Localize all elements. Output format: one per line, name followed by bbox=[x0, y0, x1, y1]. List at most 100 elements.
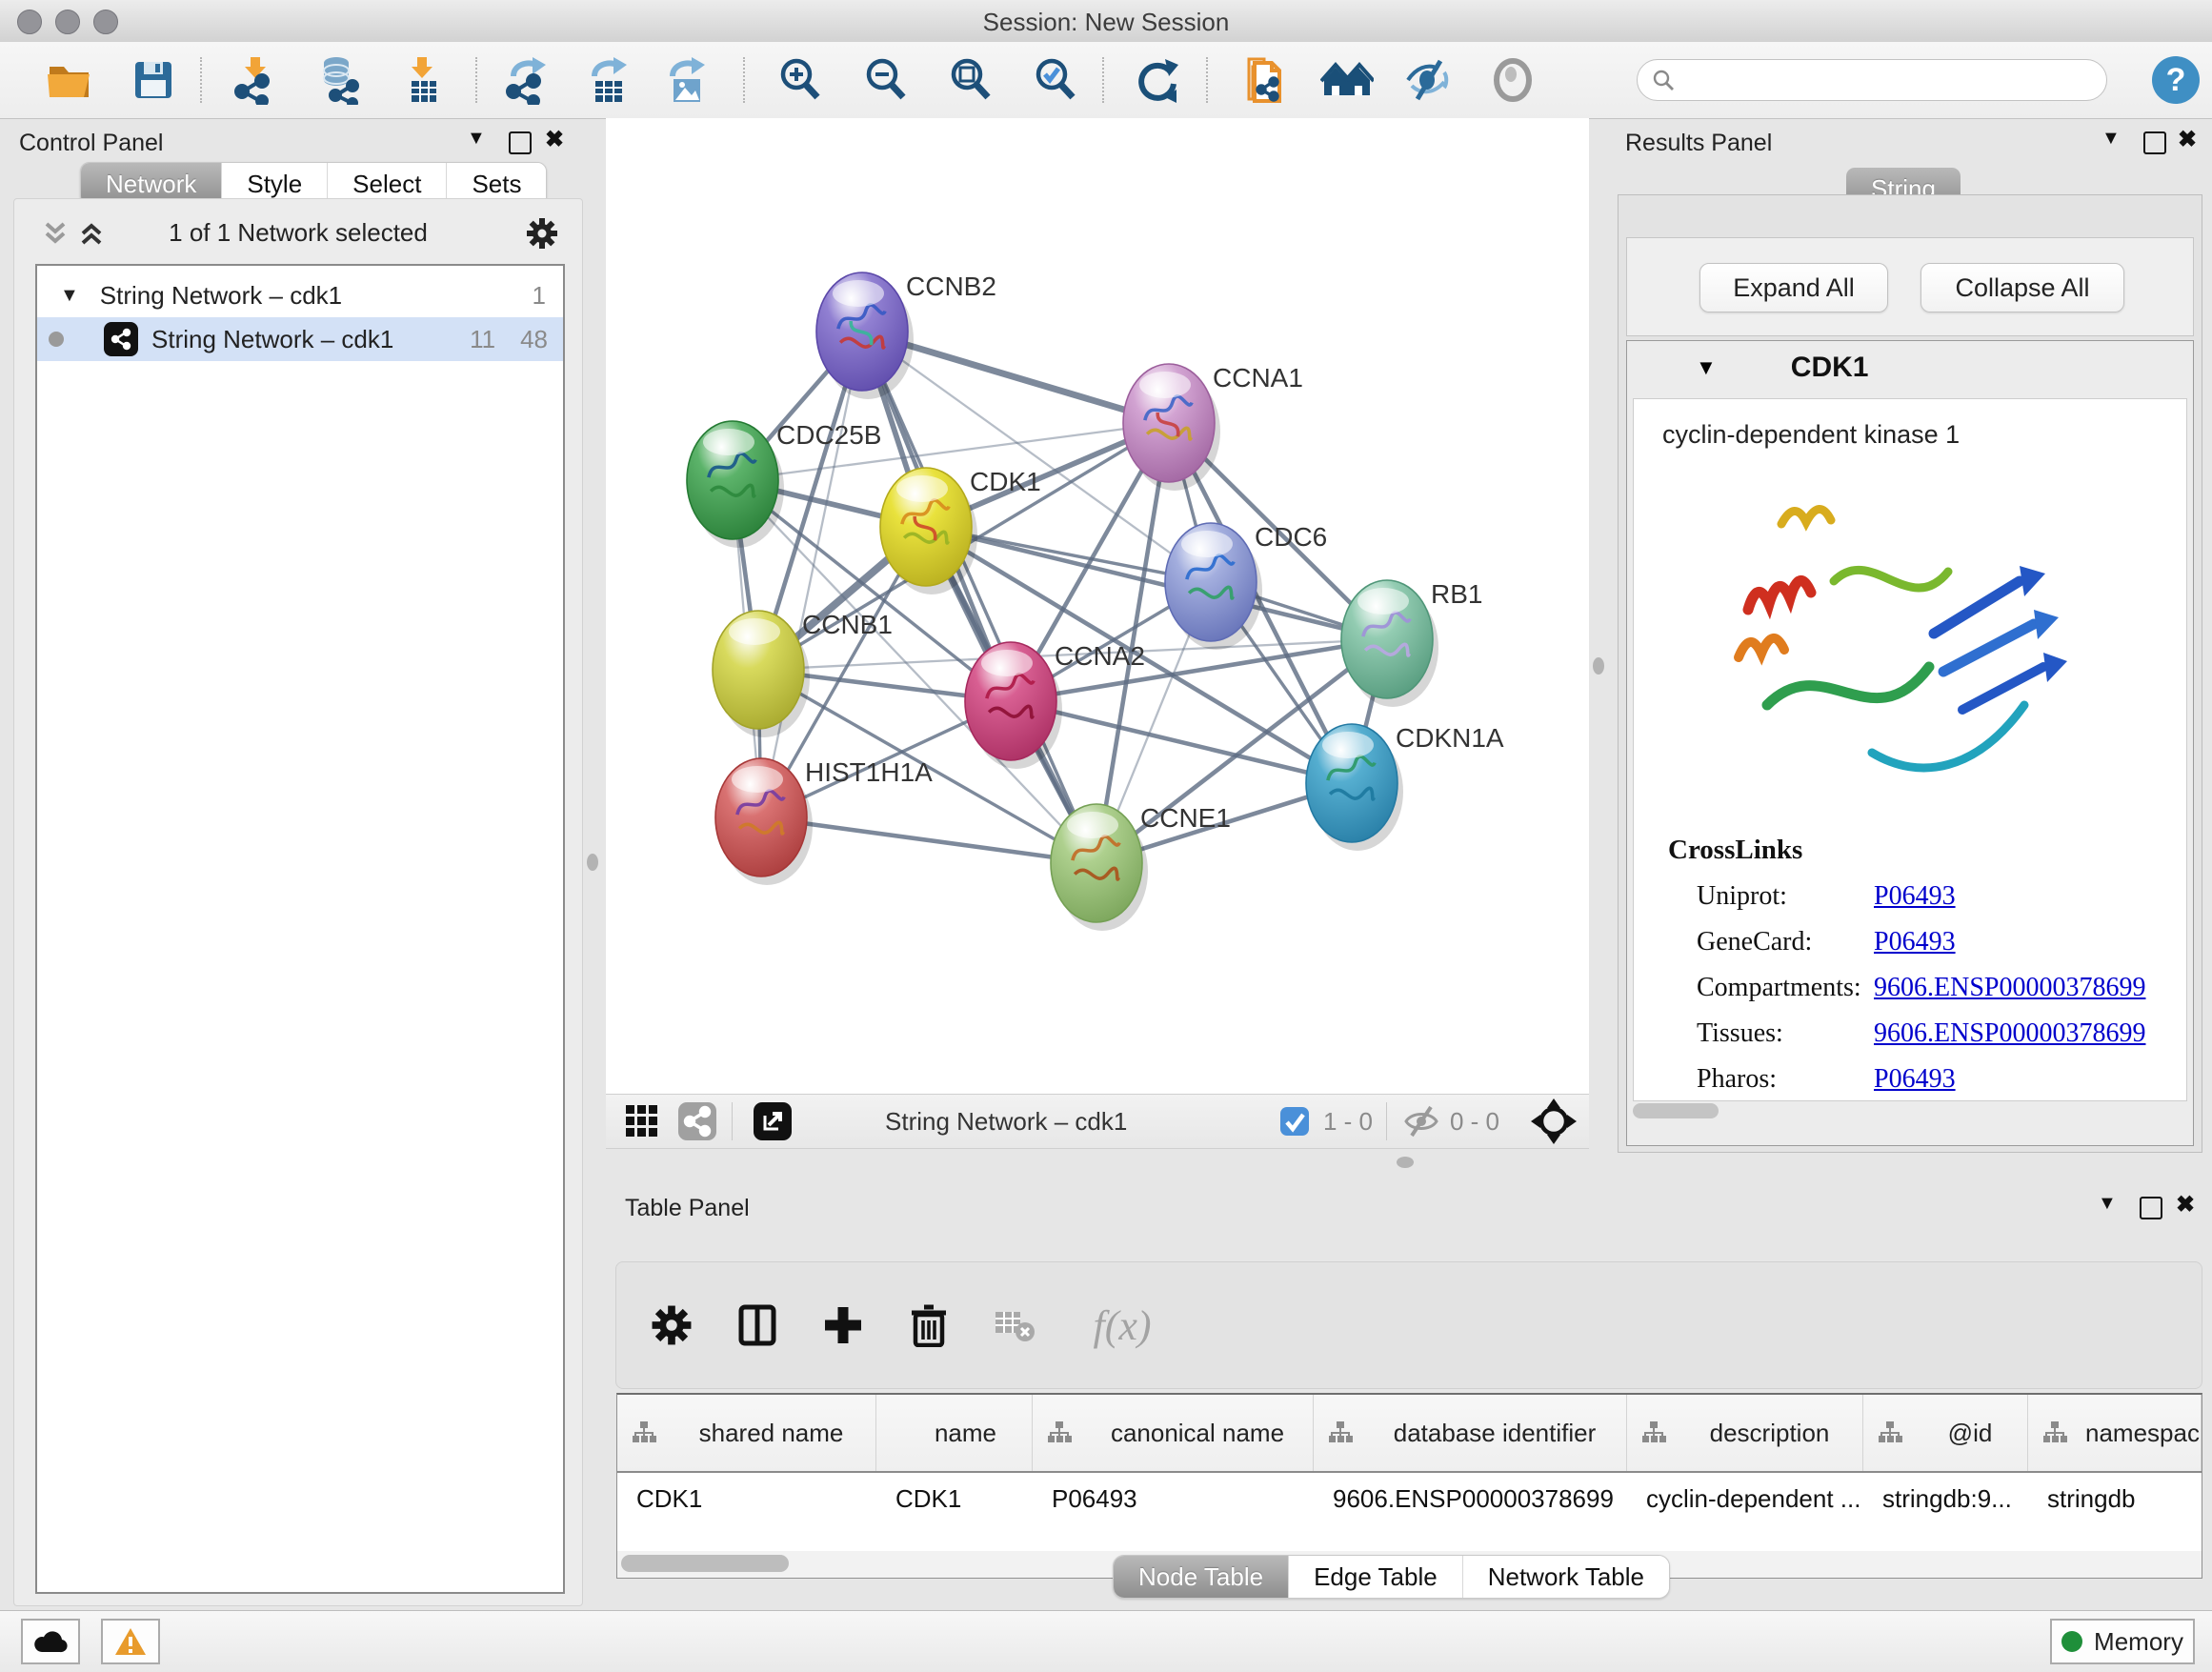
zoom-in-icon[interactable] bbox=[774, 53, 827, 107]
zoom-out-icon[interactable] bbox=[859, 53, 913, 107]
crosslink-row: Tissues:9606.ENSP00000378699 bbox=[1697, 1018, 2186, 1049]
table-panel-close-icon[interactable]: ✖ bbox=[2176, 1191, 2195, 1219]
column-header-canonical-name[interactable]: canonical name bbox=[1033, 1395, 1314, 1471]
table-panel-menu-icon[interactable]: ▼ bbox=[2098, 1193, 2117, 1215]
svg-text:?: ? bbox=[2166, 62, 2186, 98]
network-node-RB1[interactable] bbox=[1341, 580, 1438, 707]
toolbar-separator bbox=[1386, 1102, 1387, 1140]
selected-checkbox-icon[interactable] bbox=[1277, 1091, 1312, 1152]
add-column-icon[interactable] bbox=[813, 1295, 874, 1356]
table-header-row: shared namenamecanonical namedatabase id… bbox=[617, 1395, 2202, 1473]
network-node-CCNA1[interactable] bbox=[1123, 364, 1220, 491]
horizontal-splitter-handle[interactable] bbox=[1397, 1157, 1414, 1168]
crosslink-label: Pharos: bbox=[1697, 1064, 1874, 1095]
results-panel-close-icon[interactable]: ✖ bbox=[2178, 126, 2197, 153]
open-in-new-window-icon[interactable] bbox=[752, 1091, 794, 1152]
column-header-namespace[interactable]: namespace bbox=[2028, 1395, 2202, 1471]
expander-triangle-icon[interactable]: ▼ bbox=[60, 285, 79, 307]
network-node-CDC6[interactable] bbox=[1165, 523, 1262, 650]
open-session-icon[interactable] bbox=[43, 53, 96, 107]
collapse-all-button[interactable]: Collapse All bbox=[1920, 263, 2124, 312]
cell-description: cyclin-dependent ... bbox=[1627, 1484, 1863, 1514]
crosslink-link[interactable]: P06493 bbox=[1874, 927, 1956, 957]
crosslink-link[interactable]: P06493 bbox=[1874, 881, 1956, 912]
protein-section-header[interactable]: ▼ CDK1 bbox=[1627, 341, 2193, 394]
network-node-CCNA2[interactable] bbox=[965, 642, 1062, 769]
vertical-splitter-handle[interactable] bbox=[587, 854, 598, 871]
network-node-CCNB2[interactable] bbox=[816, 272, 914, 399]
column-header-shared-name[interactable]: shared name bbox=[617, 1395, 876, 1471]
right-splitter-handle[interactable] bbox=[1593, 657, 1604, 675]
column-header-@id[interactable]: @id bbox=[1863, 1395, 2028, 1471]
network-label: String Network – cdk1 bbox=[151, 325, 393, 354]
help-icon[interactable]: ? bbox=[2149, 53, 2202, 107]
birds-eye-view-icon[interactable] bbox=[1528, 1091, 1579, 1152]
results-hscrollbar-thumb[interactable] bbox=[1633, 1103, 1719, 1118]
hide-show-eye-icon[interactable] bbox=[1402, 53, 1456, 107]
apply-layout-icon[interactable] bbox=[1131, 53, 1184, 107]
search-field[interactable] bbox=[1637, 59, 2107, 101]
document-network-icon[interactable] bbox=[1237, 53, 1291, 107]
table-hscrollbar-thumb[interactable] bbox=[621, 1555, 789, 1572]
control-panel-float-icon[interactable] bbox=[509, 131, 532, 154]
table-toolbar: f(x) bbox=[615, 1261, 2202, 1389]
results-panel-float-icon[interactable] bbox=[2143, 131, 2166, 154]
network-collection-row[interactable]: ▼ String Network – cdk1 1 bbox=[37, 273, 563, 317]
search-input[interactable] bbox=[1676, 66, 2080, 94]
section-collapse-triangle-icon[interactable]: ▼ bbox=[1696, 355, 1717, 380]
network-node-CDKN1A[interactable] bbox=[1306, 724, 1403, 851]
crosslink-link[interactable]: P06493 bbox=[1874, 1064, 1956, 1095]
protein-description: cyclin-dependent kinase 1 bbox=[1662, 420, 2186, 450]
crosslink-link[interactable]: 9606.ENSP00000378699 bbox=[1874, 973, 2145, 1003]
table-gear-icon[interactable] bbox=[641, 1295, 702, 1356]
tab-network-table[interactable]: Network Table bbox=[1463, 1556, 1669, 1598]
network-view-toolbar: String Network – cdk1 1 - 0 0 - 0 bbox=[606, 1094, 1589, 1149]
zoom-fit-icon[interactable] bbox=[944, 53, 997, 107]
zoom-selected-icon[interactable] bbox=[1029, 53, 1082, 107]
crosslink-link[interactable]: 9606.ENSP00000378699 bbox=[1874, 1018, 2145, 1049]
tab-node-table[interactable]: Node Table bbox=[1114, 1556, 1289, 1598]
network-node-CCNE1[interactable] bbox=[1051, 804, 1148, 931]
eye-disabled-icon[interactable] bbox=[1486, 53, 1539, 107]
control-panel-menu-icon[interactable]: ▼ bbox=[467, 128, 486, 150]
export-network-icon[interactable] bbox=[500, 53, 553, 107]
share-view-icon[interactable] bbox=[676, 1091, 718, 1152]
column-header-database-identifier[interactable]: database identifier bbox=[1314, 1395, 1627, 1471]
save-session-icon[interactable] bbox=[127, 53, 180, 107]
export-table-icon[interactable] bbox=[581, 53, 634, 107]
control-panel-close-icon[interactable]: ✖ bbox=[545, 126, 564, 153]
delete-column-icon[interactable] bbox=[898, 1295, 959, 1356]
collection-count: 1 bbox=[533, 281, 546, 311]
column-header-name[interactable]: name bbox=[876, 1395, 1033, 1471]
gear-icon[interactable] bbox=[525, 216, 559, 251]
hidden-eye-icon[interactable] bbox=[1400, 1091, 1442, 1152]
warning-status-button[interactable] bbox=[101, 1619, 160, 1664]
cloud-icon bbox=[33, 1629, 68, 1654]
node-label-HIST1H1A: HIST1H1A bbox=[805, 757, 933, 787]
crosslink-label: Tissues: bbox=[1697, 1018, 1874, 1049]
table-row[interactable]: CDK1CDK1P064939606.ENSP00000378699cyclin… bbox=[617, 1473, 2202, 1524]
network-node-CDK1[interactable] bbox=[880, 468, 977, 594]
cloud-status-button[interactable] bbox=[21, 1619, 80, 1664]
network-row-selected[interactable]: String Network – cdk1 11 48 bbox=[37, 317, 563, 361]
network-edge-CCNB2-HIST1H1A[interactable] bbox=[761, 332, 862, 817]
import-network-from-database-icon[interactable] bbox=[313, 53, 367, 107]
node-label-CDC6: CDC6 bbox=[1255, 522, 1327, 552]
results-panel-menu-icon[interactable]: ▼ bbox=[2101, 128, 2121, 150]
memory-button[interactable]: Memory bbox=[2050, 1619, 2195, 1664]
network-node-CCNB1[interactable] bbox=[713, 611, 810, 737]
network-node-HIST1H1A[interactable] bbox=[715, 758, 813, 885]
tab-edge-table[interactable]: Edge Table bbox=[1289, 1556, 1463, 1598]
expand-all-button[interactable]: Expand All bbox=[1699, 263, 1888, 312]
table-panel-float-icon[interactable] bbox=[2140, 1197, 2162, 1219]
export-image-icon[interactable] bbox=[659, 53, 713, 107]
import-network-from-file-icon[interactable] bbox=[229, 53, 282, 107]
grid-view-icon[interactable] bbox=[621, 1091, 663, 1152]
network-view-canvas[interactable]: CCNB2CCNA1CDC25BCDK1CDC6RB1CCNB1CCNA2CDK… bbox=[606, 118, 1589, 1094]
homes-icon[interactable] bbox=[1320, 53, 1374, 107]
select-columns-icon[interactable] bbox=[727, 1295, 788, 1356]
network-selected-status: 1 of 1 Network selected bbox=[14, 218, 582, 248]
import-table-from-file-icon[interactable] bbox=[395, 53, 449, 107]
node-label-CCNA1: CCNA1 bbox=[1213, 363, 1303, 393]
column-header-description[interactable]: description bbox=[1627, 1395, 1863, 1471]
